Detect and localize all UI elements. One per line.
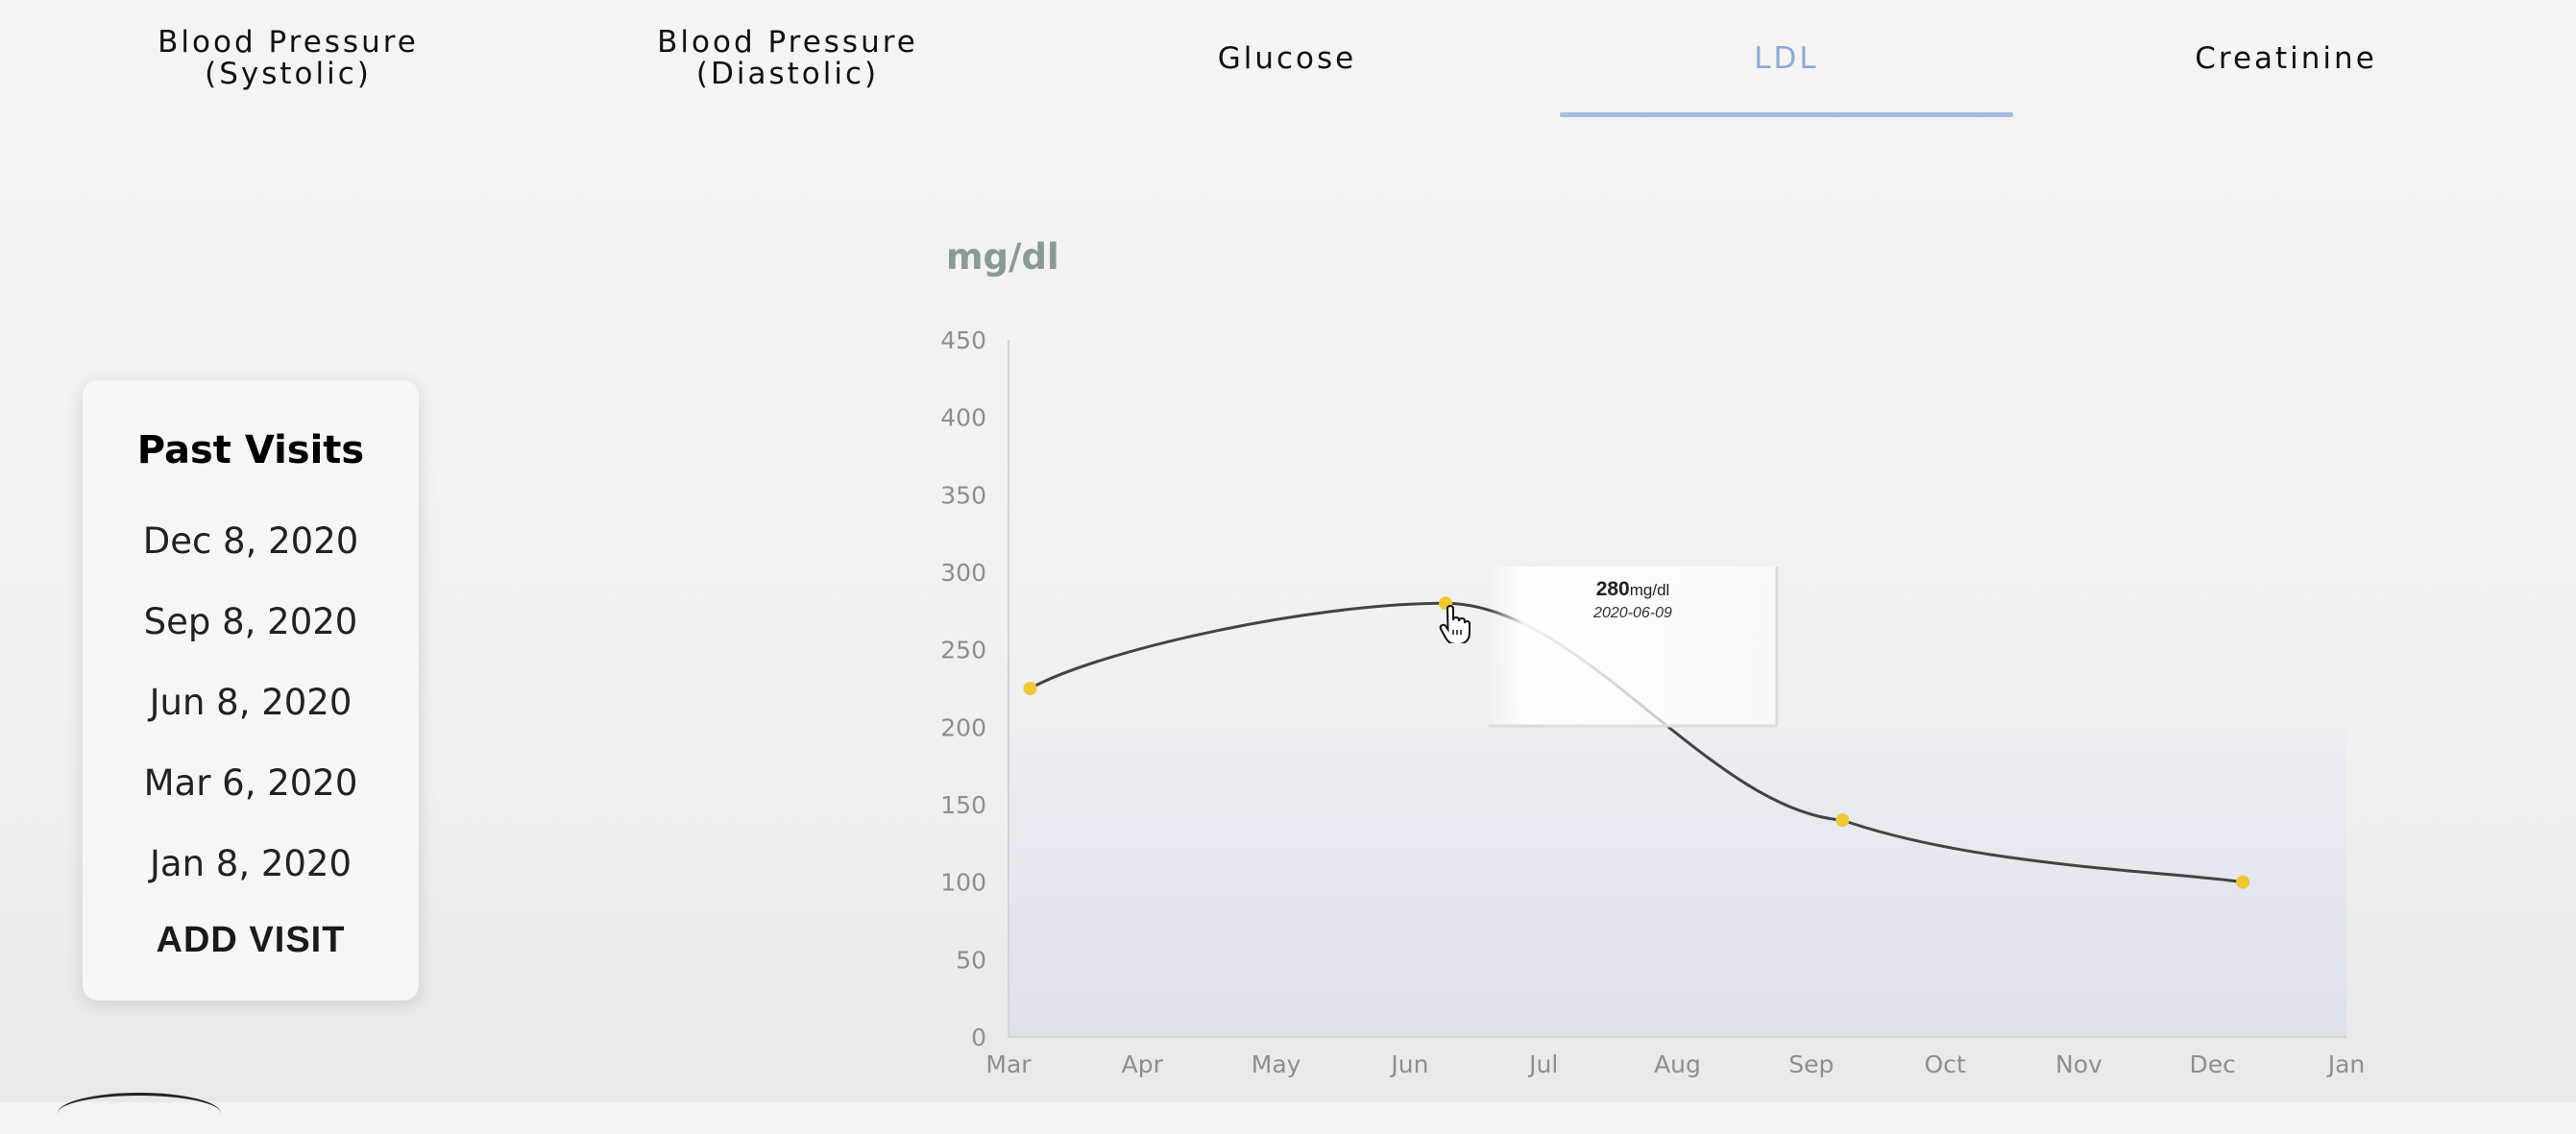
tooltip-number: 280 (1595, 578, 1630, 600)
y-tick-label: 350 (940, 481, 986, 509)
x-tick-label: Jul (1527, 1050, 1558, 1078)
x-tick-label: Jan (2326, 1050, 2366, 1078)
y-tick-label: 0 (971, 1024, 986, 1051)
x-tick-label: Sep (1788, 1050, 1834, 1078)
x-tick-label: May (1252, 1050, 1301, 1078)
tooltip-unit: mg/dl (1629, 581, 1670, 599)
x-tick-label: Aug (1654, 1050, 1701, 1078)
tooltip-date: 2020-06-09 (1593, 605, 1672, 621)
y-tick-label: 450 (940, 326, 986, 354)
x-tick-label: Dec (2190, 1050, 2236, 1078)
avatar-edge (58, 1093, 221, 1134)
x-tick-label: Mar (985, 1050, 1032, 1078)
hand-pointer-icon (1439, 605, 1470, 643)
y-tick-label: 150 (940, 791, 986, 819)
data-point (1835, 813, 1850, 828)
y-tick-label: 250 (940, 637, 986, 664)
y-tick-label: 200 (940, 713, 986, 741)
y-tick-label: 100 (940, 869, 986, 897)
target-range-band (1009, 727, 2346, 1037)
data-point-tooltip: 280mg/dl 2020-06-09 (1489, 567, 1777, 728)
x-tick-label: Oct (1924, 1050, 1965, 1078)
ldl-chart: 0 50 100 150 200 250 300 350 400 450 Mar Apr May Jun J… (940, 326, 2366, 1078)
data-point (2236, 875, 2250, 889)
tooltip-value: 280mg/dl (1489, 578, 1777, 601)
data-point (1023, 682, 1037, 695)
x-tick-label: Jun (1389, 1050, 1428, 1078)
y-tick-label: 50 (956, 946, 986, 974)
x-tick-label: Apr (1122, 1050, 1164, 1078)
y-tick-label: 300 (940, 559, 986, 587)
x-tick-label: Nov (2055, 1050, 2102, 1078)
y-tick-label: 400 (940, 404, 986, 432)
